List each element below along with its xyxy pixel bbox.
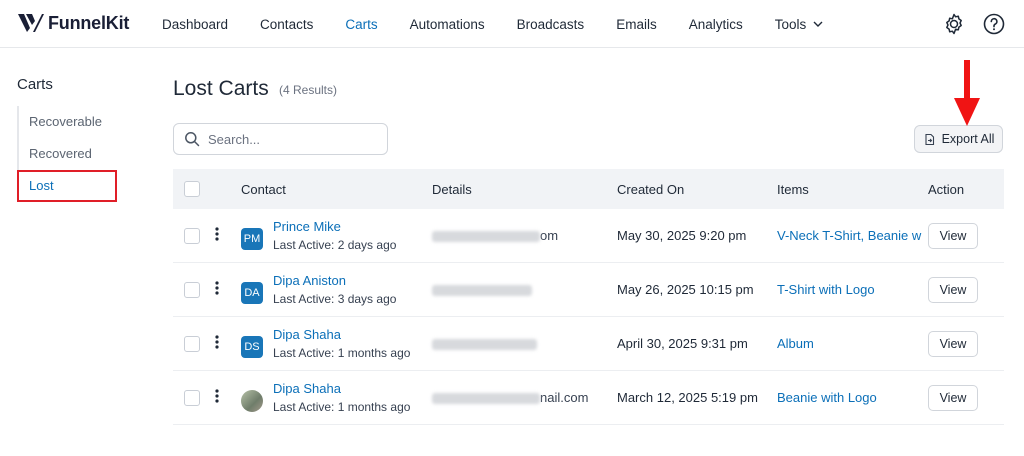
top-right-icons [942, 12, 1006, 36]
items-link[interactable]: Album [777, 336, 928, 351]
column-header-details: Details [432, 181, 472, 197]
avatar: PM [241, 228, 263, 250]
last-active-text: Last Active: 2 days ago [273, 238, 397, 252]
table-row: PM Prince Mike Last Active: 2 days ago o… [173, 209, 1004, 263]
contact-cell: Dipa Shaha Last Active: 1 months ago [241, 381, 432, 414]
row-checkbox[interactable] [184, 281, 200, 298]
details-cell: nail.com [432, 390, 617, 405]
view-button[interactable]: View [928, 222, 978, 249]
main-nav: Dashboard Contacts Carts Automations Bro… [162, 0, 856, 48]
more-options-icon[interactable] [209, 388, 225, 404]
redacted-email [432, 393, 540, 405]
avatar: DS [241, 336, 263, 358]
contact-name-link[interactable]: Prince Mike [273, 219, 396, 235]
top-navigation-bar: FunnelKit Dashboard Contacts Carts Autom… [0, 0, 1024, 48]
items-link[interactable]: T-Shirt with Logo [777, 282, 928, 297]
nav-tools-label: Tools [774, 16, 807, 32]
redacted-email [432, 231, 540, 243]
nav-automations[interactable]: Automations [410, 17, 485, 32]
page-title: Lost Carts [173, 77, 269, 100]
contact-cell: PM Prince Mike Last Active: 2 days ago [241, 219, 432, 252]
column-header-created-on: Created On [617, 181, 685, 197]
brand-logo[interactable]: FunnelKit [18, 12, 129, 34]
red-arrow-annotation [954, 60, 980, 126]
sidebar-menu: Recoverable Recovered Lost [17, 106, 117, 202]
contact-cell: DS Dipa Shaha Last Active: 1 months ago [241, 327, 432, 360]
contact-name-link[interactable]: Dipa Aniston [273, 273, 396, 289]
table-row: Dipa Shaha Last Active: 1 months ago nai… [173, 371, 1004, 425]
view-button[interactable]: View [928, 276, 978, 303]
select-all-checkbox[interactable] [184, 181, 200, 197]
sidebar-title: Carts [17, 76, 53, 93]
results-count: (4 Results) [279, 83, 338, 97]
nav-carts[interactable]: Carts [345, 17, 377, 32]
view-button[interactable]: View [928, 384, 978, 411]
export-all-label: Export All [941, 132, 995, 146]
details-cell [432, 282, 617, 297]
row-checkbox[interactable] [184, 389, 200, 406]
export-file-icon [925, 133, 934, 145]
created-on-cell: April 30, 2025 9:31 pm [617, 336, 748, 351]
more-options-icon[interactable] [209, 280, 225, 296]
column-header-items: Items [777, 181, 809, 197]
contact-name-link[interactable]: Dipa Shaha [273, 381, 410, 397]
row-checkbox[interactable] [184, 335, 200, 352]
more-options-icon[interactable] [209, 334, 225, 350]
nav-dashboard[interactable]: Dashboard [162, 17, 228, 32]
last-active-text: Last Active: 1 months ago [273, 400, 411, 414]
contact-cell: DA Dipa Aniston Last Active: 3 days ago [241, 273, 432, 306]
redacted-email [432, 339, 537, 351]
search-input[interactable] [208, 131, 368, 147]
redacted-email [432, 285, 532, 297]
table-row: DS Dipa Shaha Last Active: 1 months ago … [173, 317, 1004, 371]
items-link[interactable]: Beanie with Logo [777, 390, 928, 405]
table-header: Contact Details Created On Items Action [173, 169, 1004, 209]
details-cell: om [432, 228, 617, 243]
avatar-photo [241, 390, 263, 412]
items-link[interactable]: V-Neck T-Shirt, Beanie w [777, 228, 928, 243]
lost-carts-table: Contact Details Created On Items Action … [173, 169, 1004, 425]
details-email-suffix: nail.com [540, 390, 589, 405]
details-cell [432, 336, 617, 351]
last-active-text: Last Active: 3 days ago [273, 292, 397, 306]
help-icon[interactable] [982, 12, 1006, 36]
created-on-cell: March 12, 2025 5:19 pm [617, 390, 758, 405]
details-email-suffix: om [540, 228, 559, 243]
gear-icon[interactable] [942, 12, 966, 36]
brand-name: FunnelKit [48, 12, 130, 33]
more-options-icon[interactable] [209, 226, 225, 242]
table-row: DA Dipa Aniston Last Active: 3 days ago … [173, 263, 1004, 317]
view-button[interactable]: View [928, 330, 978, 357]
contact-name-link[interactable]: Dipa Shaha [273, 327, 410, 343]
avatar: DA [241, 282, 263, 304]
nav-contacts[interactable]: Contacts [260, 17, 313, 32]
created-on-cell: May 30, 2025 9:20 pm [617, 228, 747, 243]
funnelkit-logo-icon [18, 14, 44, 32]
sidebar-item-recoverable[interactable]: Recoverable [19, 106, 117, 138]
column-header-action: Action [928, 181, 965, 197]
nav-broadcasts[interactable]: Broadcasts [517, 17, 585, 32]
created-on-cell: May 26, 2025 10:15 pm [617, 282, 754, 297]
sidebar-item-recovered[interactable]: Recovered [19, 138, 117, 170]
nav-emails[interactable]: Emails [616, 17, 657, 32]
column-header-contact: Contact [241, 181, 286, 197]
chevron-down-icon [813, 21, 823, 27]
search-icon [185, 132, 200, 147]
last-active-text: Last Active: 1 months ago [273, 346, 411, 360]
row-checkbox[interactable] [184, 227, 200, 244]
sidebar-item-lost[interactable]: Lost [17, 170, 117, 202]
nav-analytics[interactable]: Analytics [689, 17, 743, 32]
export-all-button[interactable]: Export All [914, 125, 1003, 153]
search-box [173, 123, 388, 155]
nav-tools[interactable]: Tools [775, 17, 825, 32]
